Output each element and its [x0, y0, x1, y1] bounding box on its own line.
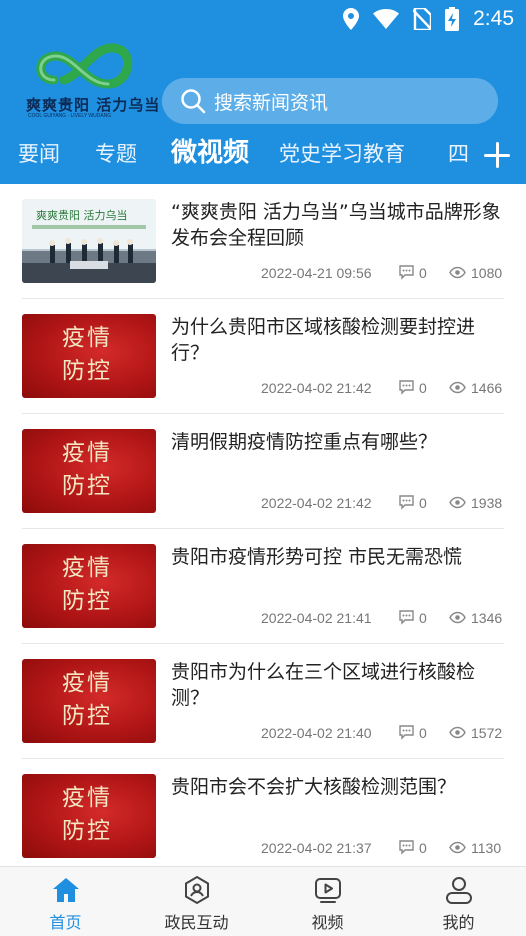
- nav-home[interactable]: 首页: [0, 867, 131, 936]
- wifi-icon: [373, 9, 400, 29]
- logo-subtext: COOL GUIYANG · LIVELY WUDANG: [28, 113, 112, 119]
- news-meta: 2022-04-21 09:56 0 1080: [171, 263, 505, 283]
- list-item[interactable]: 疫情防控 清明假期疫情防控重点有哪些？ 2022-04-02 21:42 0 1…: [0, 414, 526, 529]
- video-icon: [314, 878, 341, 903]
- comment-count: 0: [419, 380, 427, 396]
- view-count: 1466: [471, 380, 503, 396]
- news-title: “爽爽贵阳 活力乌当”乌当城市品牌形象发布会全程回顾: [171, 201, 501, 249]
- hexagon-icon: [184, 875, 209, 905]
- list-item[interactable]: 疫情防控 贵阳市为什么在三个区域进行核酸检测？ 2022-04-02 21:40…: [0, 644, 526, 759]
- user-icon: [445, 877, 472, 904]
- news-title: 贵阳市疫情形势可控 市民无需恐慌: [171, 546, 463, 568]
- view-count: 1572: [471, 725, 503, 741]
- nav-video-label: 视频: [311, 913, 344, 932]
- news-meta: 2022-04-02 21:37 0 1130: [171, 838, 505, 858]
- svg-text:爽爽贵阳 活力乌当: 爽爽贵阳 活力乌当: [36, 208, 128, 222]
- search-bar[interactable]: 搜索新闻资讯: [162, 78, 498, 124]
- tab-zhuanti[interactable]: 专题: [95, 138, 137, 168]
- status-time: 2:45: [473, 7, 514, 30]
- comment-icon: [399, 380, 414, 395]
- eye-icon: [449, 381, 466, 394]
- tab-yaowen[interactable]: 要闻: [18, 138, 60, 168]
- press-event-photo: 爽爽贵阳 活力乌当: [22, 199, 156, 283]
- news-title: 清明假期疫情防控重点有哪些？: [171, 431, 438, 453]
- news-date: 2022-04-02 21:42: [261, 380, 372, 396]
- nav-mine-label: 我的: [442, 913, 475, 932]
- comment-icon: [399, 495, 414, 510]
- status-bar: 2:45: [0, 0, 526, 38]
- comment-count: 0: [419, 610, 427, 626]
- comment-count: 0: [419, 265, 427, 281]
- comment-icon: [399, 725, 414, 740]
- thumbnail-text: 疫情防控: [62, 440, 112, 499]
- list-item[interactable]: 疫情防控 贵阳市疫情形势可控 市民无需恐慌 2022-04-02 21:41 0…: [0, 529, 526, 644]
- location-icon: [343, 8, 360, 30]
- news-date: 2022-04-02 21:37: [261, 840, 372, 856]
- thumbnail-text: 疫情防控: [62, 670, 112, 729]
- battery-charging-icon: [445, 7, 460, 31]
- infinity-logo-icon: [36, 43, 133, 89]
- view-count: 1938: [471, 495, 503, 511]
- comment-icon: [399, 265, 414, 280]
- comment-count: 0: [419, 725, 427, 741]
- eye-icon: [449, 726, 466, 739]
- nav-interaction-label: 政民互动: [164, 913, 229, 932]
- app-header: 2:45 爽爽贵阳 活力乌当 COOL GUIYANG · LIVELY WUD…: [0, 0, 526, 184]
- nav-video[interactable]: 视频: [262, 867, 393, 936]
- eye-icon: [449, 611, 466, 624]
- news-thumbnail: 疫情防控: [22, 659, 156, 743]
- view-count: 1080: [471, 265, 503, 281]
- tab-partial[interactable]: 四: [448, 138, 468, 168]
- news-date: 2022-04-21 09:56: [261, 265, 372, 281]
- news-title: 为什么贵阳市区域核酸检测要封控进行？: [171, 316, 476, 364]
- bottom-nav: 首页 政民互动 视频 我的: [0, 866, 526, 936]
- thumbnail-text: 疫情防控: [62, 555, 112, 614]
- thumbnail-text: 疫情防控: [62, 785, 112, 844]
- news-list: 爽爽贵阳 活力乌当 “爽爽贵阳 活力乌当”乌当城市品牌形象发布会全程回顾 202…: [0, 184, 526, 874]
- news-meta: 2022-04-02 21:41 0 1346: [171, 608, 505, 628]
- no-sim-icon: [413, 8, 432, 30]
- app-logo: 爽爽贵阳 活力乌当 COOL GUIYANG · LIVELY WUDANG: [20, 40, 159, 122]
- home-icon: [52, 878, 79, 902]
- news-date: 2022-04-02 21:42: [261, 495, 372, 511]
- view-count: 1130: [471, 840, 502, 856]
- comment-icon: [399, 840, 414, 855]
- list-item[interactable]: 疫情防控 为什么贵阳市区域核酸检测要封控进行？ 2022-04-02 21:42…: [0, 299, 526, 414]
- view-count: 1346: [471, 610, 503, 626]
- news-thumbnail: 爽爽贵阳 活力乌当: [22, 199, 156, 283]
- nav-mine[interactable]: 我的: [393, 867, 524, 936]
- news-date: 2022-04-02 21:41: [261, 610, 372, 626]
- nav-interaction[interactable]: 政民互动: [131, 867, 262, 936]
- search-placeholder: 搜索新闻资讯: [214, 91, 329, 114]
- comment-icon: [399, 610, 414, 625]
- news-thumbnail: 疫情防控: [22, 774, 156, 858]
- nav-home-label: 首页: [49, 913, 82, 932]
- tab-dangshi[interactable]: 党史学习教育: [279, 138, 405, 168]
- list-item[interactable]: 爽爽贵阳 活力乌当 “爽爽贵阳 活力乌当”乌当城市品牌形象发布会全程回顾 202…: [0, 184, 526, 299]
- thumbnail-text: 疫情防控: [62, 325, 112, 384]
- news-meta: 2022-04-02 21:40 0 1572: [171, 723, 505, 743]
- eye-icon: [449, 266, 466, 279]
- eye-icon: [449, 841, 466, 854]
- search-icon: [181, 89, 206, 114]
- tab-weishipin[interactable]: 微视频: [171, 132, 249, 169]
- news-meta: 2022-04-02 21:42 0 1466: [171, 378, 505, 398]
- news-thumbnail: 疫情防控: [22, 314, 156, 398]
- news-meta: 2022-04-02 21:42 0 1938: [171, 493, 505, 513]
- news-date: 2022-04-02 21:40: [261, 725, 372, 741]
- category-tabs: 要闻 专题 微视频 党史学习教育 四: [0, 130, 526, 176]
- add-tab-button[interactable]: [480, 138, 514, 172]
- news-title: 贵阳市会不会扩大核酸检测范围？: [171, 776, 457, 798]
- comment-count: 0: [419, 495, 427, 511]
- news-thumbnail: 疫情防控: [22, 544, 156, 628]
- eye-icon: [449, 496, 466, 509]
- news-thumbnail: 疫情防控: [22, 429, 156, 513]
- logo-text: 爽爽贵阳 活力乌当: [26, 96, 161, 114]
- list-item[interactable]: 疫情防控 贵阳市会不会扩大核酸检测范围？ 2022-04-02 21:37 0 …: [0, 759, 526, 874]
- comment-count: 0: [419, 840, 427, 856]
- news-title: 贵阳市为什么在三个区域进行核酸检测？: [171, 661, 476, 709]
